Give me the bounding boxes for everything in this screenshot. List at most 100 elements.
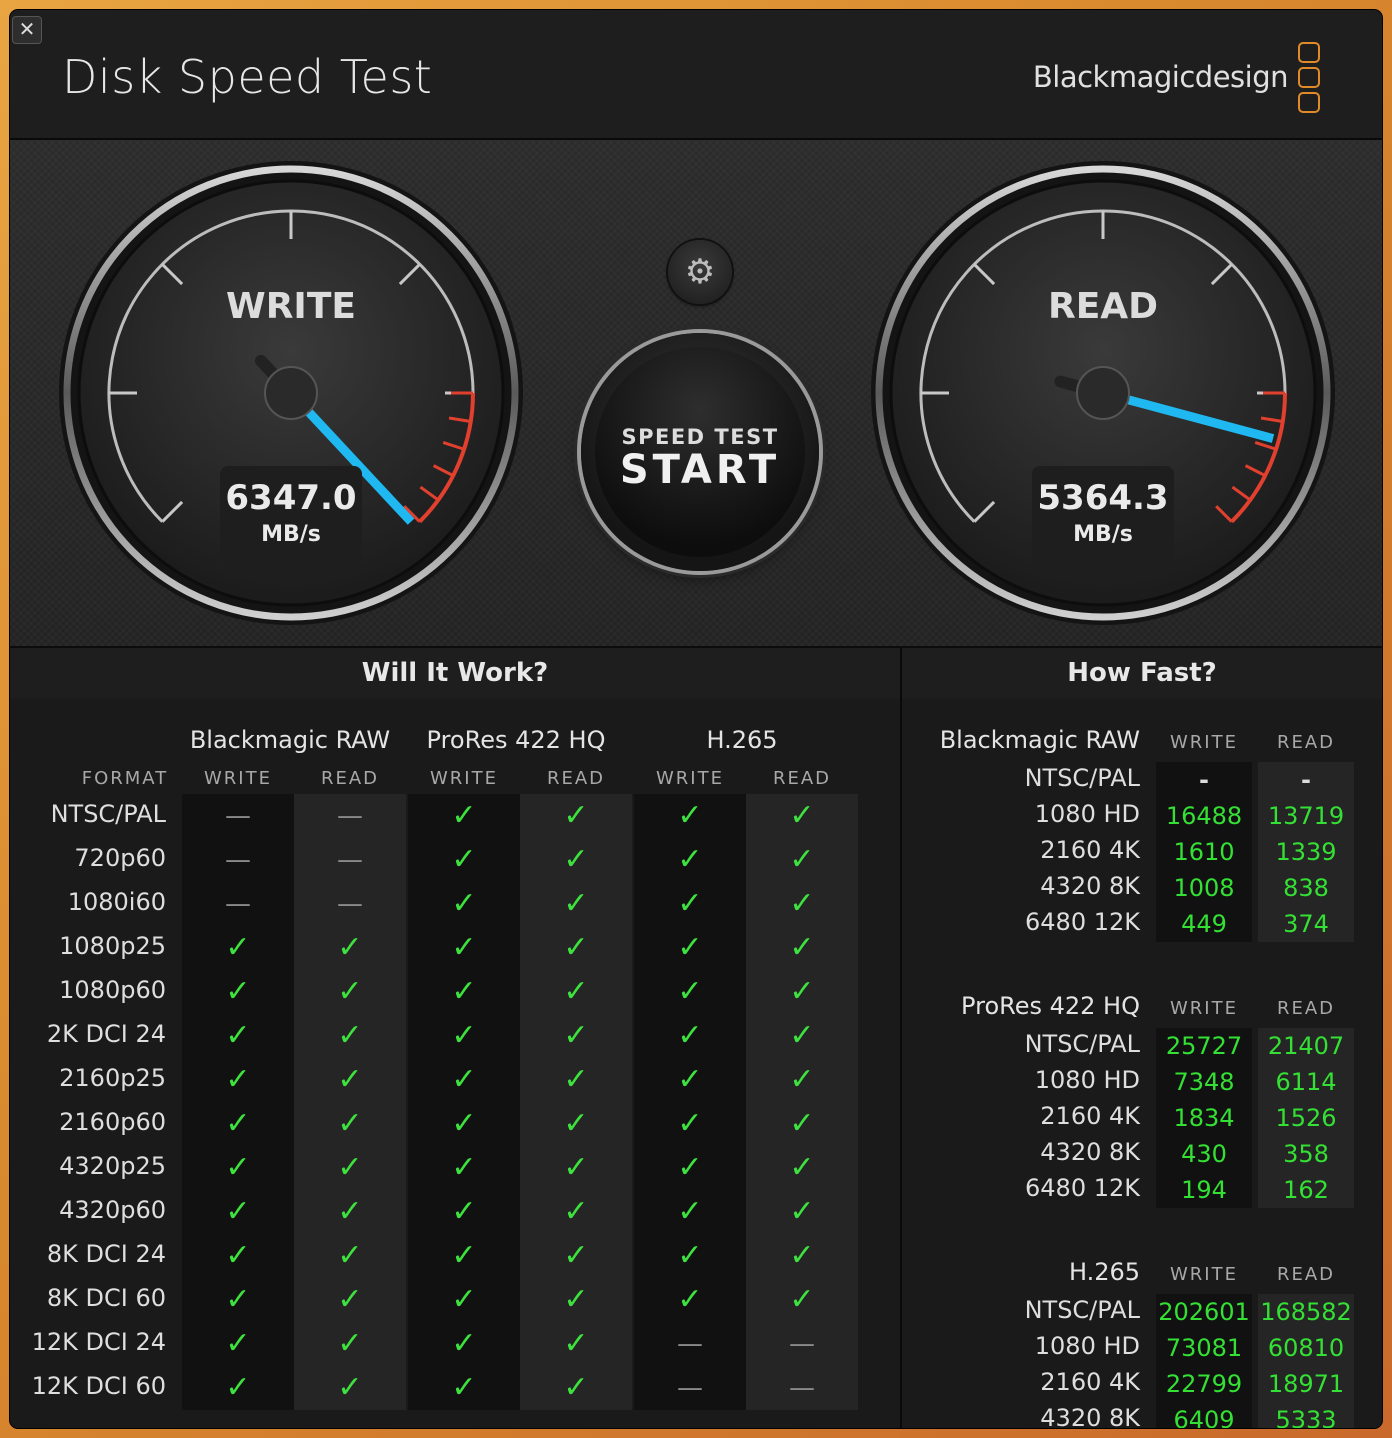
check-icon: ✓ — [634, 1234, 746, 1278]
write-fps-value: 1008 — [1156, 870, 1252, 906]
check-icon: ✓ — [294, 926, 406, 970]
write-gauge: WRITE 6347.0 MB/s — [56, 158, 526, 628]
read-gauge: READ 5364.3 MB/s — [868, 158, 1338, 628]
write-unit: MB/s — [261, 522, 321, 547]
format-row-label: 1080p25 — [59, 932, 166, 960]
codec-header: Blackmagic RAW — [189, 726, 391, 754]
check-icon: ✓ — [746, 838, 858, 882]
read-fps-value: 374 — [1258, 906, 1354, 942]
check-icon: ✓ — [634, 926, 746, 970]
write-fps-value: 1610 — [1156, 834, 1252, 870]
check-icon: ✓ — [634, 970, 746, 1014]
check-icon: ✓ — [182, 1322, 294, 1366]
check-icon: ✓ — [294, 970, 406, 1014]
check-icon: ✓ — [294, 1014, 406, 1058]
check-icon: ✓ — [746, 1190, 858, 1234]
write-fps-value: - — [1156, 762, 1252, 798]
write-needle-hub — [264, 366, 318, 420]
read-readout: 5364.3 MB/s — [1032, 466, 1174, 576]
codec-header: H.265 — [706, 726, 778, 754]
check-icon: ✓ — [634, 1014, 746, 1058]
check-icon: ✓ — [746, 1058, 858, 1102]
format-row-label: 8K DCI 24 — [46, 1240, 166, 1268]
check-icon: ✓ — [634, 838, 746, 882]
check-icon: ✓ — [408, 1146, 520, 1190]
start-button[interactable]: SPEED TEST START — [581, 333, 819, 571]
check-icon: ✓ — [182, 1014, 294, 1058]
write-fps-value: 430 — [1156, 1136, 1252, 1172]
read-fps-value: 358 — [1258, 1136, 1354, 1172]
check-icon: ✓ — [182, 926, 294, 970]
write-fps-value: 449 — [1156, 906, 1252, 942]
write-column-header: WRITE — [1170, 732, 1238, 753]
write-fps-value: 25727 — [1156, 1028, 1252, 1064]
how-fast-row-label: 1080 HD — [1034, 800, 1140, 828]
check-icon: ✓ — [634, 882, 746, 926]
check-icon: ✓ — [408, 1322, 520, 1366]
close-button[interactable]: ✕ — [12, 16, 42, 44]
check-icon: ✓ — [746, 882, 858, 926]
check-icon: ✓ — [746, 1234, 858, 1278]
read-column-header: READ — [1276, 732, 1336, 753]
how-fast-codec-header: H.265 — [1068, 1258, 1140, 1286]
codec-header: ProRes 422 HQ — [426, 726, 606, 754]
gauge-area: WRITE 6347.0 MB/s ⚙ SPEED TEST START REA… — [10, 140, 1382, 648]
will-it-work-title: Will It Work? — [10, 648, 900, 698]
header: ✕ Disk Speed Test Blackmagicdesign — [10, 10, 1382, 140]
check-icon: ✓ — [408, 926, 520, 970]
read-gauge-label: READ — [1047, 286, 1159, 327]
check-icon: ✓ — [520, 1190, 632, 1234]
how-fast-row-label: 1080 HD — [1034, 1066, 1140, 1094]
check-icon: ✓ — [408, 970, 520, 1014]
write-gauge-label: WRITE — [226, 286, 356, 327]
format-row-label: 1080p60 — [59, 976, 166, 1004]
write-fps-value: 1834 — [1156, 1100, 1252, 1136]
read-column-header: READ — [546, 768, 606, 789]
check-icon: ✓ — [408, 1014, 520, 1058]
check-icon: ✓ — [520, 1058, 632, 1102]
how-fast-row-label: 4320 8K — [1040, 1138, 1140, 1166]
dash-icon: — — [746, 1322, 858, 1366]
how-fast-codec-header: Blackmagic RAW — [939, 726, 1140, 754]
format-row-label: 8K DCI 60 — [46, 1284, 166, 1312]
check-icon: ✓ — [182, 1146, 294, 1190]
brand-name: Blackmagicdesign — [1032, 60, 1289, 94]
check-icon: ✓ — [182, 970, 294, 1014]
start-button-caption: SPEED TEST — [621, 425, 779, 449]
how-fast-row-label: 6480 12K — [1025, 1174, 1140, 1202]
check-icon: ✓ — [746, 1102, 858, 1146]
dash-icon: — — [634, 1322, 746, 1366]
read-fps-value: 13719 — [1258, 798, 1354, 834]
read-unit: MB/s — [1073, 522, 1133, 547]
read-column-header: READ — [772, 768, 832, 789]
check-icon: ✓ — [408, 1190, 520, 1234]
check-icon: ✓ — [520, 1146, 632, 1190]
check-icon: ✓ — [182, 1278, 294, 1322]
format-row-label: 12K DCI 60 — [31, 1372, 166, 1400]
dash-icon: — — [746, 1366, 858, 1410]
write-column-header: WRITE — [204, 768, 272, 789]
write-fps-value: 7348 — [1156, 1064, 1252, 1100]
check-icon: ✓ — [746, 970, 858, 1014]
write-column-header: WRITE — [430, 768, 498, 789]
write-value: 6347.0 — [225, 478, 357, 518]
check-icon: ✓ — [408, 794, 520, 838]
check-icon: ✓ — [408, 1366, 520, 1410]
read-fps-value: 168582 — [1258, 1294, 1354, 1330]
how-fast-row-label: NTSC/PAL — [1024, 1296, 1140, 1324]
read-needle-hub — [1076, 366, 1130, 420]
format-header: FORMAT — [81, 768, 169, 789]
check-icon: ✓ — [634, 1146, 746, 1190]
settings-button[interactable]: ⚙ — [668, 240, 732, 304]
dash-icon: — — [182, 794, 294, 838]
read-fps-value: 60810 — [1258, 1330, 1354, 1366]
write-fps-value: 22799 — [1156, 1366, 1252, 1402]
dash-icon: — — [294, 794, 406, 838]
check-icon: ✓ — [746, 1014, 858, 1058]
format-row-label: 2160p60 — [59, 1108, 166, 1136]
read-fps-value: 838 — [1258, 870, 1354, 906]
write-fps-value: 73081 — [1156, 1330, 1252, 1366]
how-fast-row-label: 2160 4K — [1040, 1102, 1140, 1130]
check-icon: ✓ — [520, 1234, 632, 1278]
check-icon: ✓ — [634, 794, 746, 838]
